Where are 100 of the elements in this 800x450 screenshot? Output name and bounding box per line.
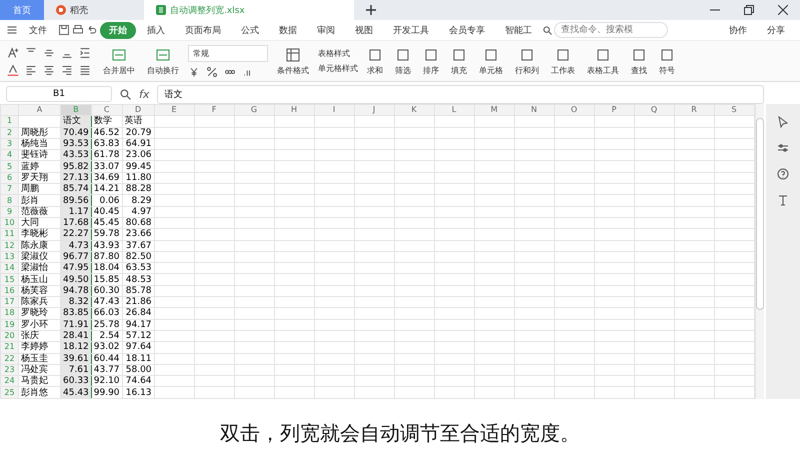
plus-icon[interactable]: [366, 5, 376, 15]
toolbar-button[interactable]: 填充: [448, 46, 470, 76]
ribbon-tab[interactable]: 视图: [346, 22, 382, 38]
indent-icon[interactable]: [78, 46, 92, 60]
spreadsheet-file-icon: [156, 5, 166, 15]
cursor-icon[interactable]: [777, 116, 789, 128]
file-menu[interactable]: 文件: [20, 22, 56, 38]
table-cell: 60.30: [91, 285, 122, 297]
row-header[interactable]: 16: [0, 285, 18, 297]
row-header[interactable]: 14: [0, 262, 18, 274]
ribbon-tab[interactable]: 智能工: [496, 22, 541, 38]
row-header[interactable]: 6: [0, 172, 18, 184]
row-header[interactable]: 23: [0, 364, 18, 376]
column-header[interactable]: I: [314, 104, 354, 116]
column-header[interactable]: H: [274, 104, 314, 116]
row-header[interactable]: 4: [0, 150, 18, 161]
number-format-dropdown[interactable]: 常规: [188, 44, 268, 62]
row-header[interactable]: 1: [0, 116, 18, 128]
row-header[interactable]: 25: [0, 386, 18, 398]
row-header[interactable]: 3: [0, 138, 18, 150]
column-header[interactable]: A: [18, 104, 60, 116]
restore-icon[interactable]: [744, 5, 754, 15]
help-icon[interactable]: [777, 168, 789, 180]
undo-icon[interactable]: [86, 24, 98, 36]
row-header[interactable]: 21: [0, 342, 18, 354]
ribbon-tab[interactable]: 审阅: [308, 22, 344, 38]
sliders-icon[interactable]: [777, 142, 789, 154]
column-header[interactable]: M: [474, 104, 514, 116]
ribbon-tab[interactable]: 开始: [100, 22, 136, 38]
ribbon-tab[interactable]: 开发工具: [384, 22, 438, 38]
row-header[interactable]: 7: [0, 184, 18, 195]
column-header[interactable]: G: [234, 104, 274, 116]
column-header[interactable]: R: [674, 104, 714, 116]
row-header[interactable]: 19: [0, 319, 18, 330]
column-header[interactable]: F: [194, 104, 234, 116]
font-size-up-icon[interactable]: [6, 46, 20, 60]
formula-field[interactable]: 语文: [157, 84, 764, 104]
toolbar-button[interactable]: 筛选: [392, 46, 414, 76]
row-header[interactable]: 8: [0, 194, 18, 206]
row-header[interactable]: 5: [0, 160, 18, 172]
ribbon-tab[interactable]: 会员专享: [440, 22, 494, 38]
row-header[interactable]: 18: [0, 308, 18, 320]
toolbar-button[interactable]: 自动换行: [144, 46, 182, 76]
toolbar-button[interactable]: 单元格: [476, 46, 506, 76]
toolbar-button[interactable]: 单元格样式: [318, 63, 358, 74]
window-tab[interactable]: 自动调整列宽.xlsx: [144, 0, 354, 20]
row-header[interactable]: 20: [0, 330, 18, 342]
scrollbar-thumb[interactable]: [756, 118, 764, 310]
currency-icon[interactable]: [188, 66, 200, 78]
row-header[interactable]: 11: [0, 228, 18, 240]
ribbon-tab[interactable]: 插入: [138, 22, 174, 38]
toolbar-button[interactable]: 查找: [628, 46, 650, 76]
print-icon[interactable]: [72, 24, 84, 36]
percent-icon[interactable]: [206, 66, 218, 78]
ribbon-tab[interactable]: 公式: [232, 22, 268, 38]
menu-icon[interactable]: [6, 24, 18, 36]
row-header[interactable]: 15: [0, 274, 18, 286]
toolbar-button[interactable]: 工作表: [548, 46, 578, 76]
ribbon-tab[interactable]: 数据: [270, 22, 306, 38]
column-header[interactable]: N: [514, 104, 554, 116]
row-header[interactable]: 2: [0, 127, 18, 138]
toolbar-button[interactable]: 合并居中: [100, 46, 138, 76]
toolbar-button[interactable]: 表格样式: [318, 48, 358, 59]
function-button[interactable]: fx: [139, 88, 150, 100]
row-header[interactable]: 24: [0, 376, 18, 387]
toolbar-button[interactable]: 条件格式: [274, 46, 312, 76]
toolbar-button[interactable]: 求和: [364, 46, 386, 76]
search-icon: [543, 26, 552, 34]
column-header[interactable]: L: [434, 104, 474, 116]
toolbar-button[interactable]: 排序: [420, 46, 442, 76]
row-header[interactable]: 22: [0, 353, 18, 364]
toolbar-button[interactable]: 表格工具: [584, 46, 622, 76]
text-icon[interactable]: [777, 194, 789, 206]
column-header[interactable]: J: [354, 104, 394, 116]
column-header[interactable]: E: [154, 104, 194, 116]
column-header[interactable]: O: [554, 104, 594, 116]
toolbar-button[interactable]: 符号: [656, 46, 678, 76]
row-header[interactable]: 9: [0, 206, 18, 218]
zoom-icon[interactable]: [120, 88, 131, 100]
row-header[interactable]: 10: [0, 217, 18, 229]
column-header[interactable]: S: [714, 104, 754, 116]
table-cell: 37.67: [122, 240, 154, 252]
name-box[interactable]: B1: [6, 86, 112, 102]
ribbon-tab[interactable]: 页面布局: [176, 22, 230, 38]
column-header[interactable]: D: [122, 104, 154, 116]
column-header[interactable]: C: [91, 104, 122, 116]
column-header[interactable]: K: [394, 104, 434, 116]
close-icon[interactable]: [778, 5, 788, 15]
toolbar-button[interactable]: 行和列: [512, 46, 542, 76]
row-header[interactable]: 13: [0, 251, 18, 263]
column-header[interactable]: P: [594, 104, 634, 116]
window-tab[interactable]: 首页: [0, 0, 44, 20]
row-header[interactable]: 12: [0, 240, 18, 252]
column-header[interactable]: Q: [634, 104, 674, 116]
search-field[interactable]: 查找命令、搜索模: [554, 22, 668, 38]
toolbar-button[interactable]: 协作: [720, 22, 756, 38]
toolbar-button[interactable]: 分享: [758, 22, 794, 38]
font-color-icon[interactable]: [6, 62, 20, 76]
row-header[interactable]: 17: [0, 296, 18, 308]
save-icon[interactable]: [58, 24, 70, 36]
